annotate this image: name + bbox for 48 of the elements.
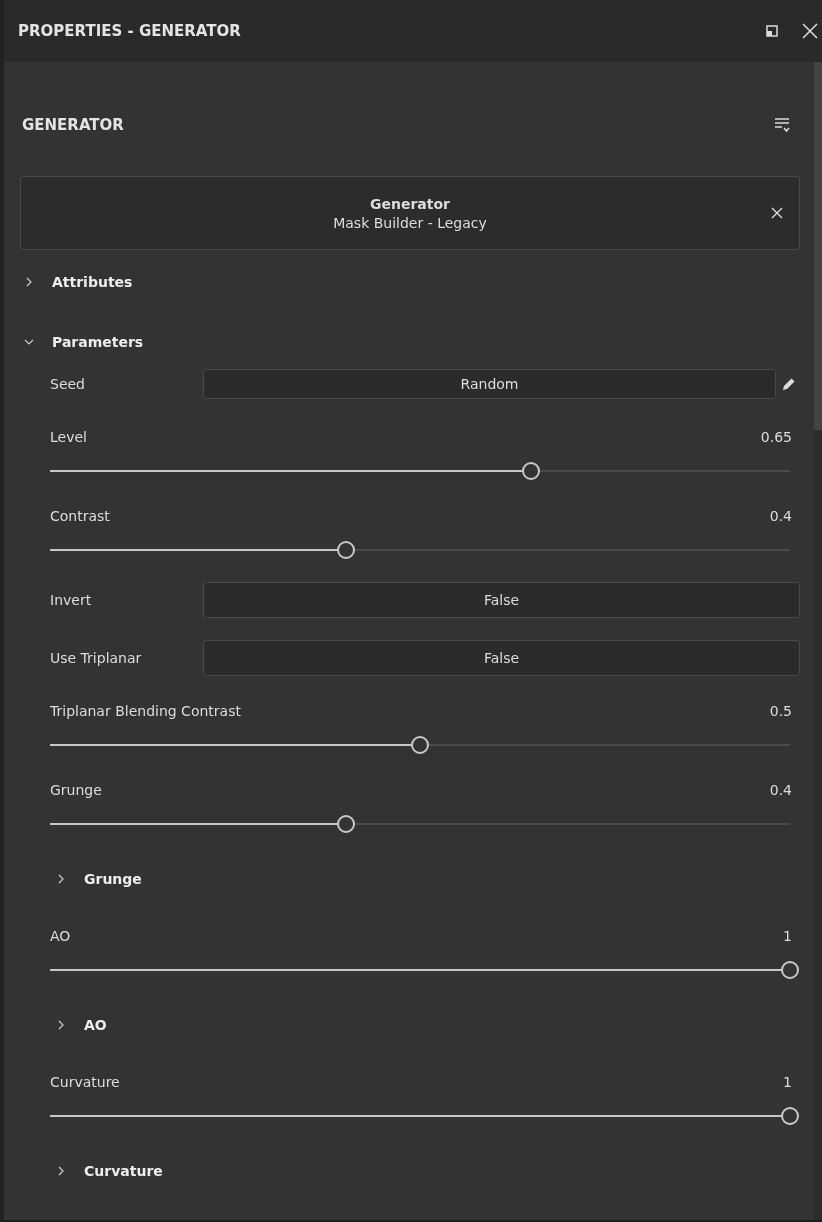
group-header[interactable]: Grunge [84,870,142,887]
slider-thumb[interactable] [781,1107,799,1125]
slider-thumb[interactable] [337,541,355,559]
value-field[interactable]: False [203,640,800,676]
window-title: PROPERTIES - GENERATOR [18,22,241,40]
parameter-label: Triplanar Blending Contrast [50,703,241,719]
parameter-label: Contrast [50,508,110,524]
slider-value: 0.4 [769,782,792,798]
slider[interactable] [50,961,800,979]
restore-icon[interactable] [766,25,778,37]
parameter-label: AO [50,928,71,944]
slider-value: 0.65 [760,429,792,445]
chevron-icon[interactable] [56,1019,66,1030]
section-header[interactable]: Attributes [52,274,133,290]
parameter-label: Level [50,429,87,445]
generator-card[interactable]: Generator Mask Builder - Legacy [20,176,800,250]
pencil-icon[interactable] [782,377,796,391]
chevron-icon[interactable] [56,1165,66,1176]
slider-thumb[interactable] [337,815,355,833]
chevron-icon[interactable] [56,873,66,884]
slider-value: 1 [783,1074,792,1090]
list-menu-icon[interactable] [774,117,790,133]
scrollbar-thumb[interactable] [814,62,822,430]
group-header[interactable]: AO [84,1016,107,1033]
slider-thumb[interactable] [411,736,429,754]
panel-heading: GENERATOR [22,116,124,134]
scrollbar[interactable] [814,62,822,1220]
slider[interactable] [50,1107,800,1125]
slider-thumb[interactable] [781,961,799,979]
value-field[interactable]: False [203,582,800,618]
parameter-label: Invert [50,592,93,608]
slider-value: 0.4 [769,508,792,524]
parameter-label: Use Triplanar [50,650,143,666]
slider-value: 0.5 [769,703,792,719]
group-header[interactable]: Curvature [84,1162,163,1179]
slider-value: 1 [783,928,792,944]
section-header[interactable]: Parameters [52,334,144,350]
card-subtitle: Mask Builder - Legacy [333,214,487,231]
chevron-icon[interactable] [24,337,34,347]
close-icon[interactable] [802,23,818,39]
chevron-icon[interactable] [24,277,34,287]
close-icon[interactable] [771,207,783,219]
card-title: Generator [370,195,450,212]
value-field[interactable]: Random [203,369,776,399]
parameter-label: Curvature [50,1074,120,1090]
parameter-label: Seed [50,376,86,392]
parameter-label: Grunge [50,782,102,798]
slider-thumb[interactable] [522,462,540,480]
